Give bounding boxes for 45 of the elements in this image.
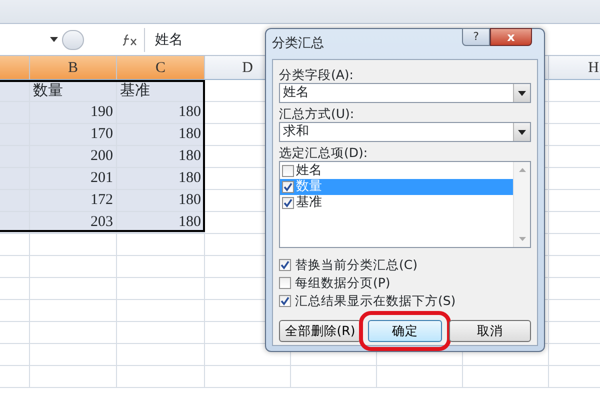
table-cell: 170 bbox=[30, 124, 117, 146]
checkbox[interactable] bbox=[279, 295, 291, 307]
table-cell bbox=[0, 256, 30, 278]
table-cell: 数量 bbox=[30, 80, 117, 102]
column-header[interactable]: C bbox=[117, 56, 205, 80]
field-label: 选定汇总项(D): bbox=[279, 144, 369, 161]
checkbox[interactable] bbox=[282, 165, 294, 177]
table-cell: 180 bbox=[117, 168, 205, 190]
field-label: 汇总方式(U): bbox=[279, 105, 356, 122]
table-cell bbox=[0, 80, 30, 102]
table-cell bbox=[0, 366, 30, 388]
table-cell: 180 bbox=[117, 190, 205, 212]
table-cell bbox=[0, 344, 30, 366]
table-cell: 200 bbox=[30, 146, 117, 168]
list-item[interactable]: 基准 bbox=[280, 195, 513, 211]
table-cell: 190 bbox=[30, 102, 117, 124]
checkbox-label[interactable]: 每组数据分页(P) bbox=[295, 274, 390, 292]
help-button[interactable]: ? bbox=[462, 28, 490, 46]
dialog-button[interactable]: 取消 bbox=[449, 320, 531, 342]
table-cell bbox=[0, 278, 30, 300]
checkbox-label[interactable]: 替换当前分类汇总(C) bbox=[295, 256, 418, 274]
checkbox-label[interactable]: 汇总结果显示在数据下方(S) bbox=[295, 292, 456, 310]
table-cell: 180 bbox=[117, 146, 205, 168]
checkbox[interactable] bbox=[282, 197, 294, 209]
column-header[interactable]: H bbox=[549, 56, 600, 80]
dropdown-field[interactable]: 求和 bbox=[279, 122, 531, 142]
table-cell: 172 bbox=[30, 190, 117, 212]
table-cell: 201 bbox=[30, 168, 117, 190]
checkbox[interactable] bbox=[279, 259, 291, 271]
formula-field[interactable]: 姓名 bbox=[144, 28, 183, 52]
table-cell bbox=[0, 234, 30, 256]
list-item[interactable]: 姓名 bbox=[280, 163, 513, 179]
table-cell: 203 bbox=[30, 212, 117, 234]
dropdown-arrow-icon[interactable] bbox=[50, 37, 58, 42]
checkbox[interactable] bbox=[282, 181, 294, 193]
dialog-button[interactable]: 全部删除(R) bbox=[279, 320, 361, 342]
dropdown-field[interactable]: 姓名 bbox=[279, 83, 531, 103]
checkbox[interactable] bbox=[279, 277, 291, 289]
table-cell bbox=[0, 212, 30, 234]
table-cell: 180 bbox=[117, 124, 205, 146]
table-cell: 180 bbox=[117, 102, 205, 124]
table-cell bbox=[0, 322, 30, 344]
table-cell bbox=[0, 300, 30, 322]
column-header[interactable]: B bbox=[30, 56, 117, 80]
window-title: 分类汇总 bbox=[272, 35, 324, 54]
